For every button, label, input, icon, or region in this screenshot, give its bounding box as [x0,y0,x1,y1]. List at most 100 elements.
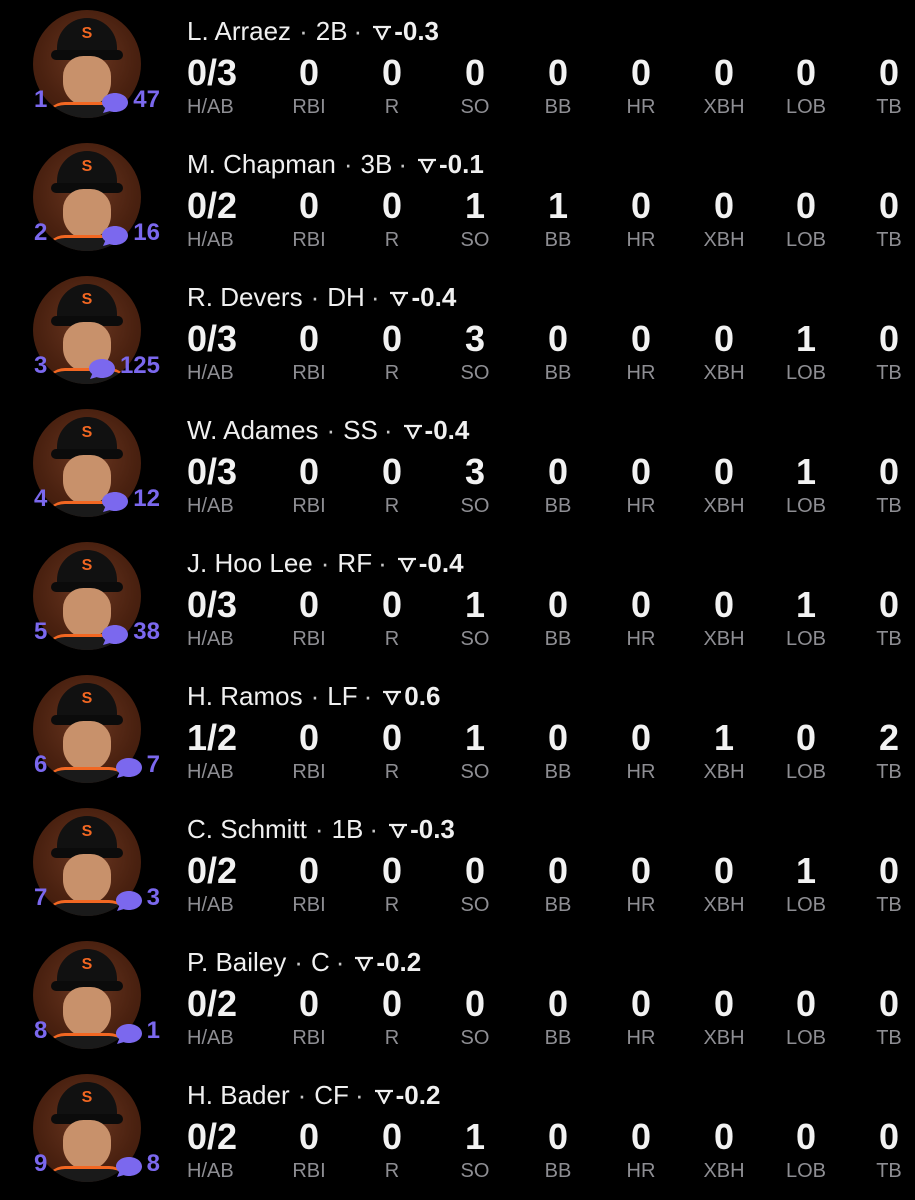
comment-count[interactable]: 12 [133,485,160,513]
player-header: J. Hoo Lee · RF · -0.4 [187,548,464,579]
stat-label-lob: LOB [785,1160,827,1182]
comment-bubble-icon[interactable] [115,1156,143,1178]
stat-value-xbh: 1 [713,717,735,758]
comment-bubble-icon[interactable] [115,757,143,779]
stat-label-h-ab: H/AB [187,362,234,384]
player-header: R. Devers · DH · -0.4 [187,282,456,313]
player-position: 1B [331,814,364,844]
player-row[interactable]: S 6 7 H. Ramos · LF · 0.6 1/2 H/AB 0 RBI 0 R 1 SO 0 BB 0 HR… [0,665,915,798]
player-name[interactable]: W. Adames [187,415,319,445]
stat-label-bb: BB [544,362,572,384]
player-name[interactable]: P. Bailey [187,947,286,977]
stat-label-hr: HR [626,894,656,916]
separator: · [299,16,308,46]
stat-label-lob: LOB [785,628,827,650]
separator: · [314,814,324,844]
war-value: -0.4 [424,415,470,445]
player-row[interactable]: S 2 16 M. Chapman · 3B · -0.1 0/2 H/AB 0 RBI 0 R 1 SO 1 B… [0,133,915,266]
stat-value-tb: 0 [878,584,900,625]
stat-value-xbh: 0 [713,185,735,226]
stat-value-hr: 0 [630,850,652,891]
separator: · [363,681,373,711]
stat-label-so: SO [460,362,490,384]
separator: · [294,947,303,977]
stat-label-xbh: XBH [703,761,745,783]
stat-label-h-ab: H/AB [187,628,234,650]
stat-label-tb: TB [876,894,902,916]
war-trend-icon [374,1090,393,1105]
stat-value-bb: 0 [547,318,569,359]
stat-label-hr: HR [626,761,656,783]
stat-label-hr: HR [626,229,656,251]
comment-count[interactable]: 47 [133,86,160,114]
comment-bubble-icon[interactable] [101,225,129,247]
comment-bubble-icon[interactable] [115,1023,143,1045]
stat-value-h-ab: 1/2 [187,717,238,758]
comment-count[interactable]: 3 [147,884,160,912]
separator: · [310,681,320,711]
comment-bubble-icon[interactable] [115,890,143,912]
comment-count[interactable]: 38 [133,618,160,646]
stat-value-r: 0 [381,185,403,226]
separator: · [378,548,387,578]
comment-count[interactable]: 7 [147,751,160,779]
player-name[interactable]: J. Hoo Lee [187,548,313,578]
player-header: C. Schmitt · 1B · -0.3 [187,814,455,845]
war-trend-icon [390,292,409,307]
player-name[interactable]: C. Schmitt [187,814,307,844]
stat-value-so: 0 [464,52,486,93]
stat-label-bb: BB [544,894,572,916]
stat-value-tb: 0 [878,451,900,492]
stat-label-bb: BB [544,1160,572,1182]
player-name[interactable]: H. Bader [187,1080,290,1110]
player-row[interactable]: S 8 1 P. Bailey · C · -0.2 0/2 H/AB 0 RBI 0 R 0 SO 0 BB 0 H… [0,931,915,1064]
stat-value-h-ab: 0/3 [187,451,238,492]
stat-value-tb: 0 [878,1116,900,1157]
stat-label-xbh: XBH [703,628,745,650]
player-position: 3B [360,149,393,179]
comment-bubble-icon[interactable] [101,92,129,114]
stat-label-tb: TB [876,495,902,517]
stat-value-xbh: 0 [713,1116,735,1157]
player-row[interactable]: S 5 38 J. Hoo Lee · RF · -0.4 0/3 H/AB 0 RBI 0 R 1 SO 0 B… [0,532,915,665]
comment-bubble-icon[interactable] [101,491,129,513]
player-name[interactable]: H. Ramos [187,681,303,711]
comment-count[interactable]: 1 [147,1017,160,1045]
sf-logo-icon: S [81,956,93,973]
comment-bubble-icon[interactable] [88,358,116,380]
stat-label-hr: HR [626,628,656,650]
comment-count[interactable]: 16 [133,219,160,247]
comment-count[interactable]: 8 [147,1150,160,1178]
stat-value-bb: 0 [547,717,569,758]
player-name[interactable]: M. Chapman [187,149,336,179]
player-name[interactable]: L. Arraez [187,16,291,46]
separator: · [353,16,363,46]
stat-label-r: R [384,761,400,783]
war-trend-icon [397,558,416,573]
stat-label-tb: TB [876,362,902,384]
war-value: -0.2 [395,1080,441,1110]
separator: · [335,947,345,977]
player-name[interactable]: R. Devers [187,282,303,312]
comment-bubble-icon[interactable] [101,624,129,646]
stat-value-hr: 0 [630,717,652,758]
stat-value-h-ab: 0/2 [187,850,238,891]
stat-value-bb: 0 [547,52,569,93]
stat-label-bb: BB [544,761,572,783]
stat-value-so: 1 [464,717,486,758]
stat-label-xbh: XBH [703,1027,745,1049]
player-row[interactable]: S 7 3 C. Schmitt · 1B · -0.3 0/2 H/AB 0 RBI 0 R 0 SO 0 BB… [0,798,915,931]
stat-label-rbi: RBI [292,761,326,783]
stat-label-xbh: XBH [703,1160,745,1182]
stat-value-so: 0 [464,850,486,891]
stat-value-hr: 0 [630,318,652,359]
separator: · [310,282,320,312]
comment-count[interactable]: 125 [120,352,160,380]
stat-label-so: SO [460,1027,490,1049]
war-trend-icon [383,691,402,706]
player-row[interactable]: S 1 47 L. Arraez · 2B · -0.3 0/3 H/AB 0 RBI 0 R 0 SO 0 BB… [0,0,915,133]
player-row[interactable]: S 9 8 H. Bader · CF · -0.2 0/2 H/AB 0 RBI 0 R 1 SO 0 BB 0 H… [0,1064,915,1197]
player-row[interactable]: S 4 12 W. Adames · SS · -0.4 0/3 H/AB 0 RBI 0 R 3 SO 0 BB… [0,399,915,532]
player-row[interactable]: S 3 125 R. Devers · DH · -0.4 0/3 H/AB 0 RBI 0 R 3 SO 0 B… [0,266,915,399]
stat-label-r: R [384,628,400,650]
